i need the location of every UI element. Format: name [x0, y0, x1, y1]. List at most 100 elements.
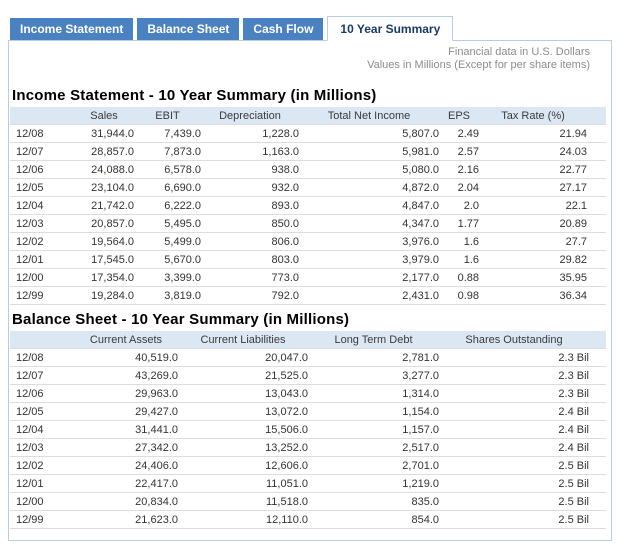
currency-note-line2: Values in Millions (Except for per share… — [9, 59, 590, 72]
table-cell: 19,284.0 — [74, 287, 134, 305]
currency-notes: Financial data in U.S. Dollars Values in… — [9, 41, 611, 72]
table-cell: 13,072.0 — [178, 403, 308, 421]
table-cell: 893.0 — [201, 197, 299, 215]
table-cell: 3,819.0 — [134, 287, 201, 305]
year-cell: 12/01 — [10, 475, 74, 493]
table-cell: 5,499.0 — [134, 233, 201, 251]
year-cell: 12/05 — [10, 179, 74, 197]
currency-note-line1: Financial data in U.S. Dollars — [9, 46, 590, 59]
table-cell: 13,252.0 — [178, 439, 308, 457]
table-cell: 28,857.0 — [74, 143, 134, 161]
table-row: 12/0117,545.05,670.0803.03,979.01.629.82 — [10, 251, 606, 269]
year-cell: 12/08 — [10, 349, 74, 367]
table-cell: 5,080.0 — [299, 161, 439, 179]
tab-balance-sheet[interactable]: Balance Sheet — [137, 18, 239, 40]
table-cell: 6,222.0 — [134, 197, 201, 215]
table-cell: 5,807.0 — [299, 125, 439, 143]
table-cell: 21,742.0 — [74, 197, 134, 215]
year-cell: 12/02 — [10, 233, 74, 251]
tab-10-year-summary[interactable]: 10 Year Summary — [327, 16, 453, 41]
content-panel: Financial data in U.S. Dollars Values in… — [8, 40, 612, 541]
table-cell: 3,976.0 — [299, 233, 439, 251]
balance-sheet-table: Current AssetsCurrent LiabilitiesLong Te… — [10, 331, 606, 529]
table-cell: 2.57 — [439, 143, 479, 161]
column-header: Current Assets — [74, 331, 178, 349]
table-cell: 31,944.0 — [74, 125, 134, 143]
table-row: 12/0523,104.06,690.0932.04,872.02.0427.1… — [10, 179, 606, 197]
column-header-blank — [10, 331, 74, 349]
table-cell: 773.0 — [201, 269, 299, 287]
column-header: Current Liabilities — [178, 331, 308, 349]
table-cell: 2.4 Bil — [439, 421, 606, 439]
table-cell: 4,872.0 — [299, 179, 439, 197]
income-statement-table: SalesEBITDepreciationTotal Net IncomeEPS… — [10, 107, 606, 305]
balance-sheet-header: Current AssetsCurrent LiabilitiesLong Te… — [10, 331, 606, 349]
table-cell: 1,314.0 — [308, 385, 439, 403]
table-cell: 4,347.0 — [299, 215, 439, 233]
table-cell: 932.0 — [201, 179, 299, 197]
table-cell: 21,525.0 — [178, 367, 308, 385]
table-cell: 2,517.0 — [308, 439, 439, 457]
table-row: 12/0327,342.013,252.02,517.02.4 Bil — [10, 439, 606, 457]
table-cell: 835.0 — [308, 493, 439, 511]
table-cell: 2.3 Bil — [439, 349, 606, 367]
table-cell: 3,277.0 — [308, 367, 439, 385]
table-cell: 2.5 Bil — [439, 511, 606, 529]
year-cell: 12/01 — [10, 251, 74, 269]
table-cell: 854.0 — [308, 511, 439, 529]
table-cell: 19,564.0 — [74, 233, 134, 251]
table-cell: 1.77 — [439, 215, 479, 233]
table-cell: 2,177.0 — [299, 269, 439, 287]
table-cell: 40,519.0 — [74, 349, 178, 367]
table-cell: 29,427.0 — [74, 403, 178, 421]
table-cell: 12,606.0 — [178, 457, 308, 475]
table-row: 12/9921,623.012,110.0854.02.5 Bil — [10, 511, 606, 529]
table-cell: 806.0 — [201, 233, 299, 251]
table-cell: 7,439.0 — [134, 125, 201, 143]
table-cell: 1,163.0 — [201, 143, 299, 161]
year-cell: 12/02 — [10, 457, 74, 475]
table-cell: 35.95 — [479, 269, 606, 287]
table-row: 12/0624,088.06,578.0938.05,080.02.1622.7… — [10, 161, 606, 179]
year-cell: 12/06 — [10, 161, 74, 179]
table-cell: 2.4 Bil — [439, 439, 606, 457]
table-cell: 24,406.0 — [74, 457, 178, 475]
table-cell: 11,051.0 — [178, 475, 308, 493]
table-cell: 27.17 — [479, 179, 606, 197]
column-header: Total Net Income — [299, 107, 439, 125]
column-header: Shares Outstanding — [439, 331, 606, 349]
year-cell: 12/03 — [10, 439, 74, 457]
table-row: 12/0431,441.015,506.01,157.02.4 Bil — [10, 421, 606, 439]
table-row: 12/0831,944.07,439.01,228.05,807.02.4921… — [10, 125, 606, 143]
table-cell: 20,047.0 — [178, 349, 308, 367]
year-cell: 12/07 — [10, 143, 74, 161]
table-cell: 20.89 — [479, 215, 606, 233]
table-cell: 2.5 Bil — [439, 493, 606, 511]
table-cell: 3,399.0 — [134, 269, 201, 287]
year-cell: 12/04 — [10, 421, 74, 439]
column-header-blank — [10, 107, 74, 125]
table-row: 12/0743,269.021,525.03,277.02.3 Bil — [10, 367, 606, 385]
table-cell: 21,623.0 — [74, 511, 178, 529]
table-cell: 1,228.0 — [201, 125, 299, 143]
table-row: 12/9919,284.03,819.0792.02,431.00.9836.3… — [10, 287, 606, 305]
tab-cash-flow[interactable]: Cash Flow — [243, 18, 323, 40]
year-cell: 12/99 — [10, 287, 74, 305]
column-header: EPS — [439, 107, 479, 125]
tab-income-statement[interactable]: Income Statement — [10, 18, 133, 40]
table-cell: 22.77 — [479, 161, 606, 179]
year-cell: 12/04 — [10, 197, 74, 215]
year-cell: 12/05 — [10, 403, 74, 421]
table-cell: 5,670.0 — [134, 251, 201, 269]
table-cell: 24.03 — [479, 143, 606, 161]
table-cell: 1.6 — [439, 233, 479, 251]
table-cell: 15,506.0 — [178, 421, 308, 439]
table-row: 12/0529,427.013,072.01,154.02.4 Bil — [10, 403, 606, 421]
table-cell: 22,417.0 — [74, 475, 178, 493]
table-row: 12/0421,742.06,222.0893.04,847.02.022.1 — [10, 197, 606, 215]
table-cell: 1,219.0 — [308, 475, 439, 493]
year-cell: 12/00 — [10, 493, 74, 511]
tab-bar: Income StatementBalance SheetCash Flow10… — [8, 16, 629, 40]
table-row: 12/0320,857.05,495.0850.04,347.01.7720.8… — [10, 215, 606, 233]
table-row: 12/0122,417.011,051.01,219.02.5 Bil — [10, 475, 606, 493]
